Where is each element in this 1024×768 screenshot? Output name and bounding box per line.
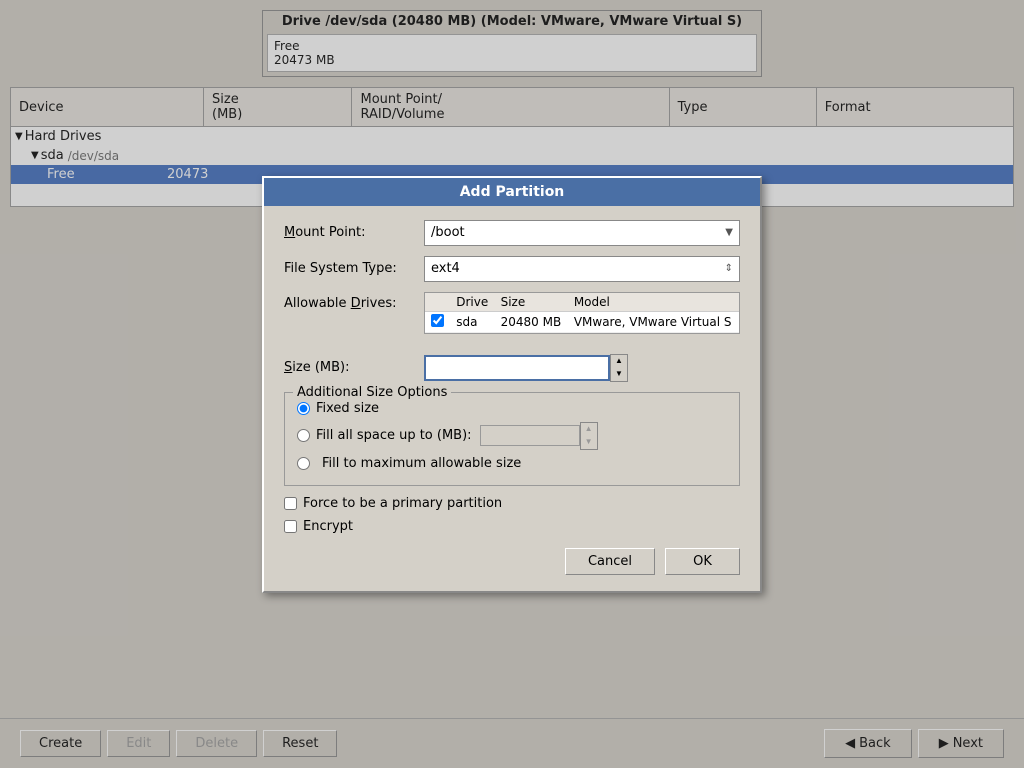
fixed-size-label: Fixed size: [316, 401, 379, 416]
fill-space-up-button: ▲: [581, 423, 597, 436]
drives-col-model: Model: [568, 293, 739, 312]
size-label: Size (MB):: [284, 360, 424, 375]
fill-space-radio[interactable]: [297, 429, 310, 442]
drives-col-drive: Drive: [450, 293, 494, 312]
filesystem-type-row: File System Type: ext4 ⇕: [284, 256, 740, 282]
size-row: Size (MB): 100 ▲ ▼: [284, 354, 740, 382]
filesystem-type-select[interactable]: ext4 ⇕: [424, 256, 740, 282]
allowable-drives-row: Allowable Drives: Drive Size Model: [284, 292, 740, 344]
additional-size-legend: Additional Size Options: [293, 385, 451, 400]
encrypt-row: Encrypt: [284, 519, 740, 534]
additional-size-group: Additional Size Options Fixed size Fill …: [284, 392, 740, 486]
drives-row-drive: sda: [450, 311, 494, 332]
mount-point-control: /boot ▼: [424, 220, 740, 246]
fixed-size-row: Fixed size: [297, 401, 727, 416]
dialog-body: Mount Point: /boot ▼ File System Type: e…: [264, 206, 760, 591]
force-primary-checkbox[interactable]: [284, 497, 297, 510]
allowable-drives-control: Drive Size Model sda: [424, 292, 740, 344]
size-input-container: 100 ▲ ▼: [424, 354, 628, 382]
force-primary-label: Force to be a primary partition: [303, 496, 502, 511]
mount-point-arrow-icon: ▼: [725, 227, 733, 238]
drives-row-sda[interactable]: sda 20480 MB VMware, VMware Virtual S: [425, 311, 739, 332]
fill-space-spin: ▲ ▼: [580, 422, 598, 450]
fill-max-radio[interactable]: [297, 457, 310, 470]
encrypt-checkbox[interactable]: [284, 520, 297, 533]
drives-row-model: VMware, VMware Virtual S: [568, 311, 739, 332]
filesystem-type-value: ext4: [431, 261, 460, 276]
mount-point-select[interactable]: /boot ▼: [424, 220, 740, 246]
fill-space-label: Fill all space up to (MB):: [316, 428, 472, 443]
mount-point-value: /boot: [431, 225, 465, 240]
drives-row-checkbox-cell: [425, 311, 450, 332]
size-up-button[interactable]: ▲: [611, 355, 627, 368]
fill-max-label: Fill to maximum allowable size: [322, 456, 521, 471]
mount-point-label: Mount Point:: [284, 225, 424, 240]
drives-row-size: 20480 MB: [495, 311, 568, 332]
ok-button[interactable]: OK: [665, 548, 740, 575]
modal-overlay: Add Partition Mount Point: /boot ▼ File …: [0, 0, 1024, 768]
fixed-size-radio[interactable]: [297, 402, 310, 415]
dialog-title: Add Partition: [264, 178, 760, 206]
size-spin-buttons: ▲ ▼: [610, 354, 628, 382]
size-control: 100 ▲ ▼: [424, 354, 740, 382]
fill-space-down-button: ▼: [581, 436, 597, 449]
fill-space-input: 1: [480, 425, 580, 446]
filesystem-arrow-icon: ⇕: [725, 263, 733, 274]
drives-col-check: [425, 293, 450, 312]
drives-table: Drive Size Model sda: [425, 293, 739, 333]
mount-point-row: Mount Point: /boot ▼: [284, 220, 740, 246]
size-down-button[interactable]: ▼: [611, 368, 627, 381]
cancel-button[interactable]: Cancel: [565, 548, 655, 575]
encrypt-label: Encrypt: [303, 519, 353, 534]
drives-table-container: Drive Size Model sda: [424, 292, 740, 334]
fill-max-row: Fill to maximum allowable size: [297, 456, 727, 471]
force-primary-row: Force to be a primary partition: [284, 496, 740, 511]
dialog-buttons: Cancel OK: [284, 542, 740, 577]
drives-row-checkbox[interactable]: [431, 314, 444, 327]
filesystem-type-label: File System Type:: [284, 261, 424, 276]
filesystem-type-control: ext4 ⇕: [424, 256, 740, 282]
size-input[interactable]: 100: [424, 355, 610, 381]
add-partition-dialog: Add Partition Mount Point: /boot ▼ File …: [262, 176, 762, 593]
fill-space-row: Fill all space up to (MB): 1 ▲ ▼: [297, 422, 727, 450]
allowable-drives-label: Allowable Drives:: [284, 292, 424, 311]
drives-col-size: Size: [495, 293, 568, 312]
